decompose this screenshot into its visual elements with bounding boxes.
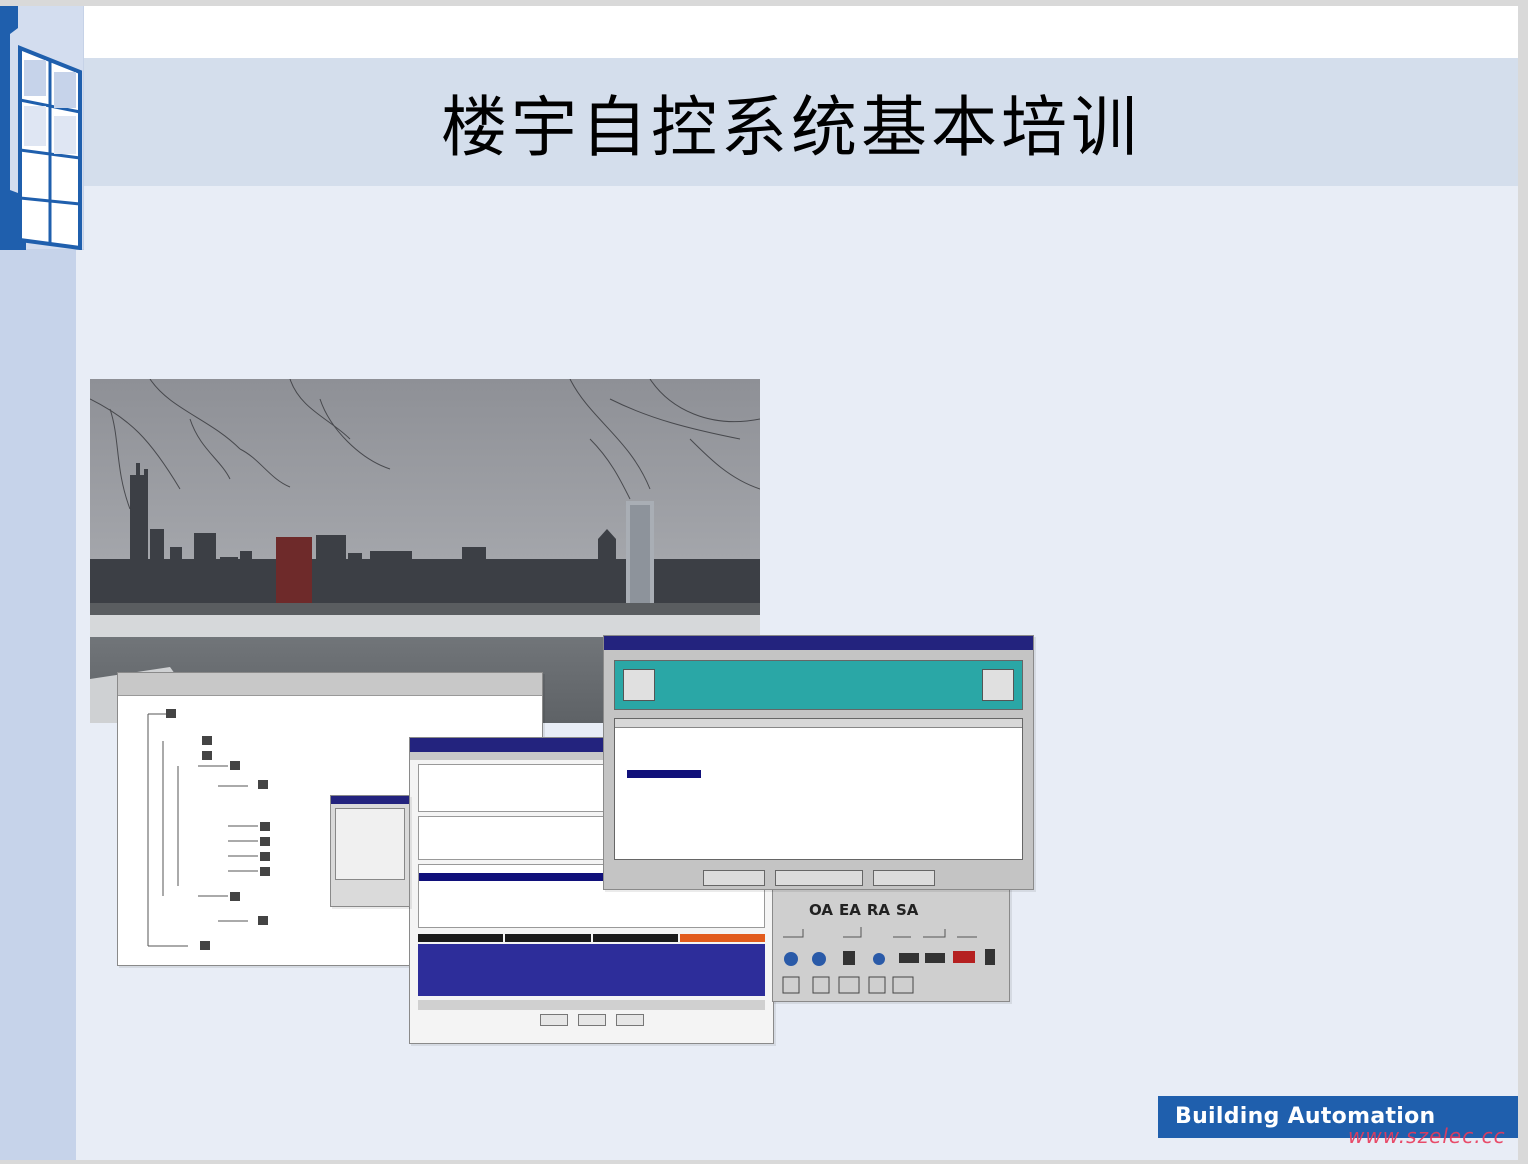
watermark-text: www.szelec.cc <box>1348 1124 1506 1148</box>
palette-label-ea: EA <box>838 901 861 919</box>
communication-status-window <box>603 635 1034 890</box>
frame-bottom <box>0 1160 1528 1164</box>
slide: 楼宇自控系统基本培训 OA EA RA SA Building Automati… <box>0 0 1528 1164</box>
point-assignment-dialog <box>330 795 410 907</box>
palette-label-oa: OA <box>809 901 833 919</box>
building-logo <box>0 0 85 251</box>
header-strip <box>84 6 1518 58</box>
symbol-palette-window: OA EA RA SA <box>772 880 1010 1002</box>
frame-right <box>1518 0 1528 1164</box>
palette-label-ra: RA <box>866 901 890 919</box>
title-band: 楼宇自控系统基本培训 <box>84 58 1518 186</box>
frame-top <box>0 0 1528 6</box>
page-title: 楼宇自控系统基本培训 <box>441 89 1141 166</box>
palette-label-sa: SA <box>896 901 919 919</box>
